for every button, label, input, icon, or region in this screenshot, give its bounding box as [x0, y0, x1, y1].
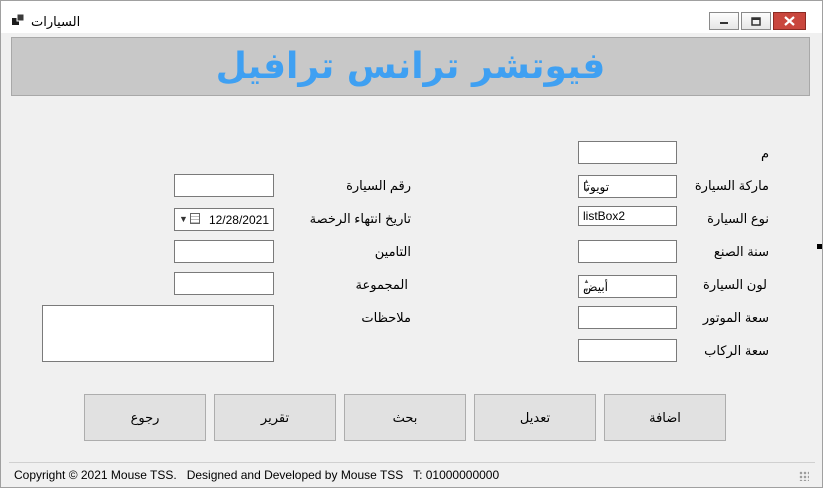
spin-arrows-icon[interactable]: ▲ ▼: [581, 179, 592, 194]
license-expiry-label: تاريخ انتهاء الرخصة: [309, 211, 411, 226]
spin-arrows-icon[interactable]: ▲ ▼: [581, 279, 592, 294]
seats-input[interactable]: [578, 339, 677, 362]
insurance-input[interactable]: [174, 240, 274, 263]
close-button[interactable]: [773, 12, 806, 30]
windows-form-icon: [12, 14, 24, 25]
type-label: نوع السيارة: [707, 211, 769, 226]
status-bar: Copyright © 2021 Mouse TSS. Designed and…: [9, 462, 815, 484]
plate-label: رقم السيارة: [346, 178, 411, 193]
size-grip-icon[interactable]: [799, 471, 809, 481]
cars-window: السيارات فيوتشر ترانس ترافيل م ماركة الس…: [0, 0, 823, 488]
header-panel: فيوتشر ترانس ترافيل: [11, 37, 810, 96]
add-button[interactable]: اضافة: [604, 394, 726, 441]
insurance-label: التامين: [374, 244, 411, 259]
year-input[interactable]: [578, 240, 677, 263]
group-input[interactable]: [174, 272, 274, 295]
report-button[interactable]: تقرير: [214, 394, 336, 441]
close-icon: [784, 16, 795, 26]
year-label: سنة الصنع: [713, 244, 769, 259]
resize-handle[interactable]: [817, 244, 822, 249]
id-label: م: [760, 146, 769, 161]
brand-label: ماركة السيارة: [694, 178, 769, 193]
search-button[interactable]: بحث: [344, 394, 466, 441]
datepicker-icons: ▼: [179, 213, 200, 224]
id-input[interactable]: [578, 141, 677, 164]
license-expiry-datepicker[interactable]: ▼ 12/28/2021: [174, 208, 274, 231]
car-type-value: listBox2: [583, 209, 626, 223]
dropdown-triangle-icon[interactable]: ▼: [179, 214, 188, 224]
title-bar: السيارات: [1, 1, 822, 33]
seats-label: سعة الركاب: [704, 343, 769, 358]
maximize-button[interactable]: [741, 12, 771, 30]
group-label: المجموعة: [355, 277, 408, 292]
engine-input[interactable]: [578, 306, 677, 329]
brand-spinner[interactable]: ▲ ▼ تويوتا: [578, 175, 677, 198]
color-label: لون السيارة: [703, 277, 767, 292]
status-copyright-text: Copyright © 2021 Mouse TSS. Designed and…: [14, 468, 500, 482]
car-type-listbox[interactable]: listBox2: [578, 206, 677, 226]
minimize-icon: [720, 22, 728, 24]
maximize-icon: [751, 16, 761, 26]
notes-label: ملاحظات: [361, 310, 411, 325]
minimize-button[interactable]: [709, 12, 739, 30]
calendar-icon[interactable]: [189, 213, 200, 224]
window-title: السيارات: [31, 14, 81, 29]
license-expiry-value: 12/28/2021: [208, 212, 269, 227]
edit-button[interactable]: تعديل: [474, 394, 596, 441]
notes-textarea[interactable]: [42, 305, 274, 362]
company-title: فيوتشر ترانس ترافيل: [215, 46, 606, 87]
color-spinner[interactable]: ▲ ▼ أبيض: [578, 275, 677, 298]
back-button[interactable]: رجوع: [84, 394, 206, 441]
plate-input[interactable]: [174, 174, 274, 197]
engine-label: سعة الموتور: [702, 310, 769, 325]
